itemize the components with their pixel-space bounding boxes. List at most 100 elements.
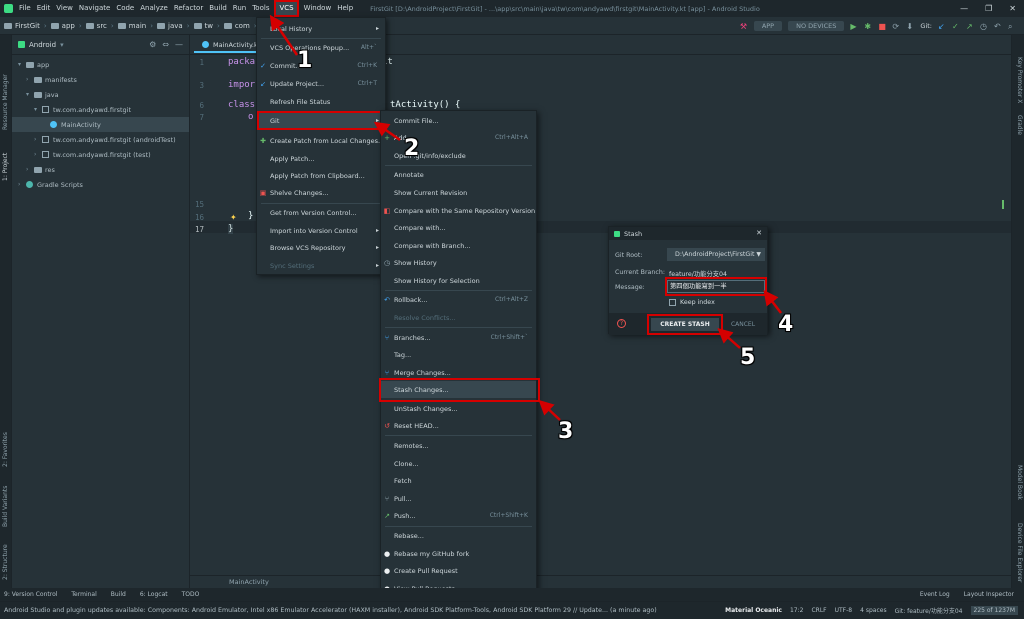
breadcrumb-src[interactable]: src › (85, 22, 118, 30)
menu-item-local-history[interactable]: Local History ▸ (257, 20, 385, 37)
tree-item-mainactivity[interactable]: MainActivity (12, 117, 189, 132)
git-item-push[interactable]: ↗ Push... Ctrl+Shift+K (381, 507, 536, 524)
settings-gear-icon[interactable]: ⚙ (149, 40, 156, 49)
tree-item-test[interactable]: › tw.com.andyawd.firstgit (test) (12, 147, 189, 162)
git-item-annotate[interactable]: Annotate (381, 166, 536, 183)
menu-analyze[interactable]: Analyze (137, 0, 171, 17)
git-item-tag[interactable]: Tag... (381, 346, 536, 363)
git-item-fetch[interactable]: Fetch (381, 472, 536, 489)
cursor-position[interactable]: 17:2 (790, 607, 803, 614)
menu-file[interactable]: File (16, 0, 34, 17)
tree-item-res[interactable]: › res (12, 162, 189, 177)
git-root-select[interactable]: D:\AndroidProject\FirstGit ▼ (667, 248, 765, 261)
git-item-commit-file[interactable]: Commit File... (381, 112, 536, 129)
close-icon[interactable]: ✕ (756, 229, 762, 237)
keep-index-checkbox[interactable]: Keep index (669, 299, 715, 306)
menu-item-update-project[interactable]: ↙ Update Project... Ctrl+T (257, 75, 385, 92)
maximize-button[interactable]: ❐ (985, 4, 992, 13)
tree-item-package[interactable]: ▾ tw.com.andyawd.firstgit (12, 102, 189, 117)
menu-edit[interactable]: Edit (34, 0, 54, 17)
theme-name[interactable]: Material Oceanic (725, 607, 782, 614)
git-item-remotes[interactable]: Remotes... (381, 437, 536, 454)
menu-item-refresh-file-status[interactable]: Refresh File Status (257, 93, 385, 110)
menu-build[interactable]: Build (206, 0, 230, 17)
sdk-manager-icon[interactable]: ⬇ (906, 22, 914, 31)
hammer-icon[interactable]: ⚒ (740, 22, 748, 31)
build-variants-tab[interactable]: Build Variants (2, 486, 9, 527)
stop-icon[interactable]: ■ (878, 22, 886, 31)
history-icon[interactable]: ◷ (980, 22, 988, 31)
git-item-clone[interactable]: Clone... (381, 455, 536, 472)
menu-item-shelve-changes[interactable]: ▣ Shelve Changes... (257, 184, 385, 201)
git-item-unstash-changes[interactable]: UnStash Changes... (381, 400, 536, 417)
menu-item-get-from-vcs[interactable]: Get from Version Control... (257, 204, 385, 221)
breadcrumb-main[interactable]: main › (117, 22, 157, 30)
collapse-icon[interactable]: ⇔ (162, 40, 169, 49)
git-item-compare-same-repo[interactable]: ◧ Compare with the Same Repository Versio… (381, 202, 536, 219)
breadcrumb-app[interactable]: app › (50, 22, 86, 30)
menu-navigate[interactable]: Navigate (76, 0, 113, 17)
git-push-icon[interactable]: ↗ (966, 22, 974, 31)
tab-logcat[interactable]: 6: Logcat (140, 591, 168, 598)
menu-item-vcs-operations-popup[interactable]: VCS Operations Popup... Alt+` (257, 39, 385, 56)
git-item-rebase[interactable]: Rebase... (381, 527, 536, 544)
git-item-rollback[interactable]: ↶ Rollback... Ctrl+Alt+Z (381, 291, 536, 308)
git-item-branches[interactable]: ⑂ Branches... Ctrl+Shift+` (381, 329, 536, 346)
run-config-select[interactable]: APP (753, 20, 783, 31)
git-commit-icon[interactable]: ✓ (952, 22, 960, 31)
close-window-button[interactable]: ✕ (1009, 4, 1016, 13)
line-separator[interactable]: CRLF (811, 607, 826, 614)
tree-item-java[interactable]: ▾ java (12, 87, 189, 102)
file-encoding[interactable]: UTF-8 (835, 607, 853, 614)
debug-icon[interactable]: ✱ (864, 22, 872, 31)
menu-view[interactable]: View (53, 0, 76, 17)
menu-item-apply-patch[interactable]: Apply Patch... (257, 150, 385, 167)
tab-build[interactable]: Build (111, 591, 126, 598)
menu-item-import-into-vcs[interactable]: Import into Version Control ▸ (257, 222, 385, 239)
gradle-tab[interactable]: Gradle (1016, 115, 1023, 135)
hide-panel-icon[interactable]: — (175, 40, 183, 49)
resource-manager-tab[interactable]: Resource Manager (2, 74, 9, 130)
git-item-history-selection[interactable]: Show History for Selection (381, 272, 536, 289)
git-item-show-history[interactable]: ◷ Show History (381, 254, 536, 271)
menu-item-browse-vcs-repo[interactable]: Browse VCS Repository ▸ (257, 239, 385, 256)
git-branch[interactable]: Git: feature/功能分支04 (895, 606, 963, 615)
menu-tools[interactable]: Tools (249, 0, 272, 17)
run-icon[interactable]: ▶ (850, 22, 858, 31)
status-message[interactable]: Android Studio and plugin updates availa… (4, 607, 657, 614)
menu-code[interactable]: Code (113, 0, 137, 17)
search-icon[interactable]: ⌕ (1008, 22, 1016, 31)
editor-breadcrumb-label[interactable]: MainActivity (229, 578, 269, 586)
project-tool-tab[interactable]: 1: Project (2, 153, 9, 181)
git-item-compare-with[interactable]: Compare with... (381, 219, 536, 236)
breadcrumb-java[interactable]: java › (157, 22, 193, 30)
indent-setting[interactable]: 4 spaces (860, 607, 886, 614)
tree-item-app[interactable]: ▾ app (12, 57, 189, 72)
git-item-create-pull-request[interactable]: ● Create Pull Request (381, 562, 536, 579)
model-book-tab[interactable]: Model Book (1016, 465, 1023, 500)
sync-icon[interactable]: ⟳ (892, 22, 900, 31)
git-update-icon[interactable]: ↙ (938, 22, 946, 31)
tab-version-control[interactable]: 9: Version Control (4, 591, 57, 598)
device-file-explorer-tab[interactable]: Device File Explorer (1016, 523, 1023, 582)
git-item-rebase-github-fork[interactable]: ● Rebase my GitHub fork (381, 545, 536, 562)
breadcrumb-tw[interactable]: tw › (193, 22, 224, 30)
git-item-show-current-revision[interactable]: Show Current Revision (381, 184, 536, 201)
git-item-compare-branch[interactable]: Compare with Branch... (381, 237, 536, 254)
rollback-icon[interactable]: ↶ (994, 22, 1002, 31)
memory-indicator[interactable]: 225 of 1237M (970, 606, 1018, 615)
menu-refactor[interactable]: Refactor (171, 0, 206, 17)
menu-run[interactable]: Run (230, 0, 249, 17)
minimize-button[interactable]: — (960, 4, 968, 13)
breadcrumb-firstgit[interactable]: FirstGit › (4, 22, 51, 30)
git-item-reset-head[interactable]: ↺ Reset HEAD... (381, 417, 536, 434)
key-promoter-tab[interactable]: Key Promoter X (1016, 57, 1023, 103)
tab-terminal[interactable]: Terminal (71, 591, 96, 598)
help-icon[interactable]: ? (617, 319, 626, 328)
favorites-tab[interactable]: 2: Favorites (2, 432, 9, 467)
device-select[interactable]: NO DEVICES (788, 20, 845, 31)
tree-item-manifests[interactable]: › manifests (12, 72, 189, 87)
git-item-pull[interactable]: ⑂ Pull... (381, 490, 536, 507)
menu-vcs[interactable]: VCS (274, 0, 299, 17)
menu-item-create-patch[interactable]: ✚ Create Patch from Local Changes... (257, 132, 385, 149)
